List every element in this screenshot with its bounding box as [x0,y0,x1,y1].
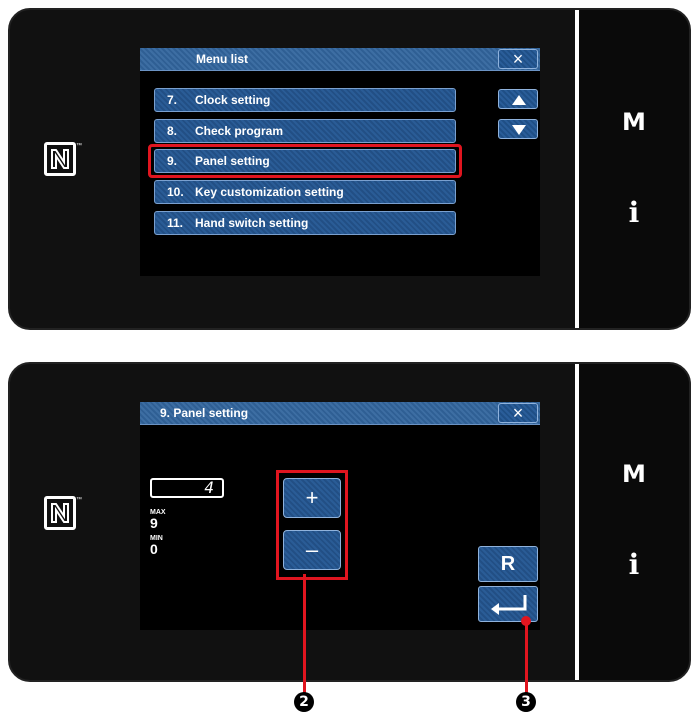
callout-2: 2 [294,692,314,712]
menu-item-number: 8. [167,124,178,138]
menu-item-clock-setting[interactable]: 7. Clock setting [154,88,456,112]
scroll-down-button[interactable] [498,119,538,139]
menu-item-number: 7. [167,93,178,107]
panel-setting-screen: 9. Panel setting × 4 MAX 9 MIN 0 + – R [140,402,540,630]
menu-item-label: Clock setting [195,93,271,107]
menu-item-number: 10. [167,185,184,199]
close-icon: × [512,403,524,423]
nfc-icon: ™ [44,142,82,176]
info-button[interactable]: i [579,548,689,581]
callout-3: 3 [516,692,536,712]
value-display: 4 [150,478,224,498]
leader-line-3 [525,622,528,694]
menu-item-hand-switch[interactable]: 11. Hand switch setting [154,211,456,235]
info-button[interactable]: i [579,196,689,229]
menu-item-check-program[interactable]: 8. Check program [154,119,456,143]
min-value: 0 [150,541,158,557]
nfc-trademark: ™ [76,143,82,149]
leader-line-2 [303,574,306,694]
highlight-box [148,144,462,178]
menu-item-label: Key customization setting [195,185,344,199]
mode-button[interactable]: M [579,108,689,136]
menu-item-number: 11. [167,216,184,230]
panel-frame-menu-list: ™ Menu list × 7. Clock setting 8. Check … [8,8,691,330]
menu-list-screen: Menu list × 7. Clock setting 8. Check pr… [140,48,540,276]
max-value: 9 [150,515,158,531]
screen-title: Menu list [196,52,249,66]
plus-button[interactable]: + [283,478,341,518]
close-button[interactable]: × [498,49,538,69]
nfc-trademark: ™ [76,497,82,503]
side-panel: M i [575,10,689,328]
close-icon: × [512,49,524,69]
reset-button[interactable]: R [478,546,538,582]
menu-item-label: Hand switch setting [195,216,309,230]
title-bar: Menu list × [140,48,540,71]
title-bar: 9. Panel setting × [140,402,540,425]
menu-item-label: Check program [195,124,284,138]
nfc-icon: ™ [44,496,82,530]
menu-item-key-customization[interactable]: 10. Key customization setting [154,180,456,204]
minus-button[interactable]: – [283,530,341,570]
screen-title: 9. Panel setting [160,406,249,420]
scroll-up-button[interactable] [498,89,538,109]
triangle-up-icon [512,95,526,105]
mode-button[interactable]: M [579,460,689,488]
close-button[interactable]: × [498,403,538,423]
side-panel: M i [575,364,689,680]
panel-frame-panel-setting: ™ 9. Panel setting × 4 MAX 9 MIN 0 + – R… [8,362,691,682]
triangle-down-icon [512,125,526,135]
